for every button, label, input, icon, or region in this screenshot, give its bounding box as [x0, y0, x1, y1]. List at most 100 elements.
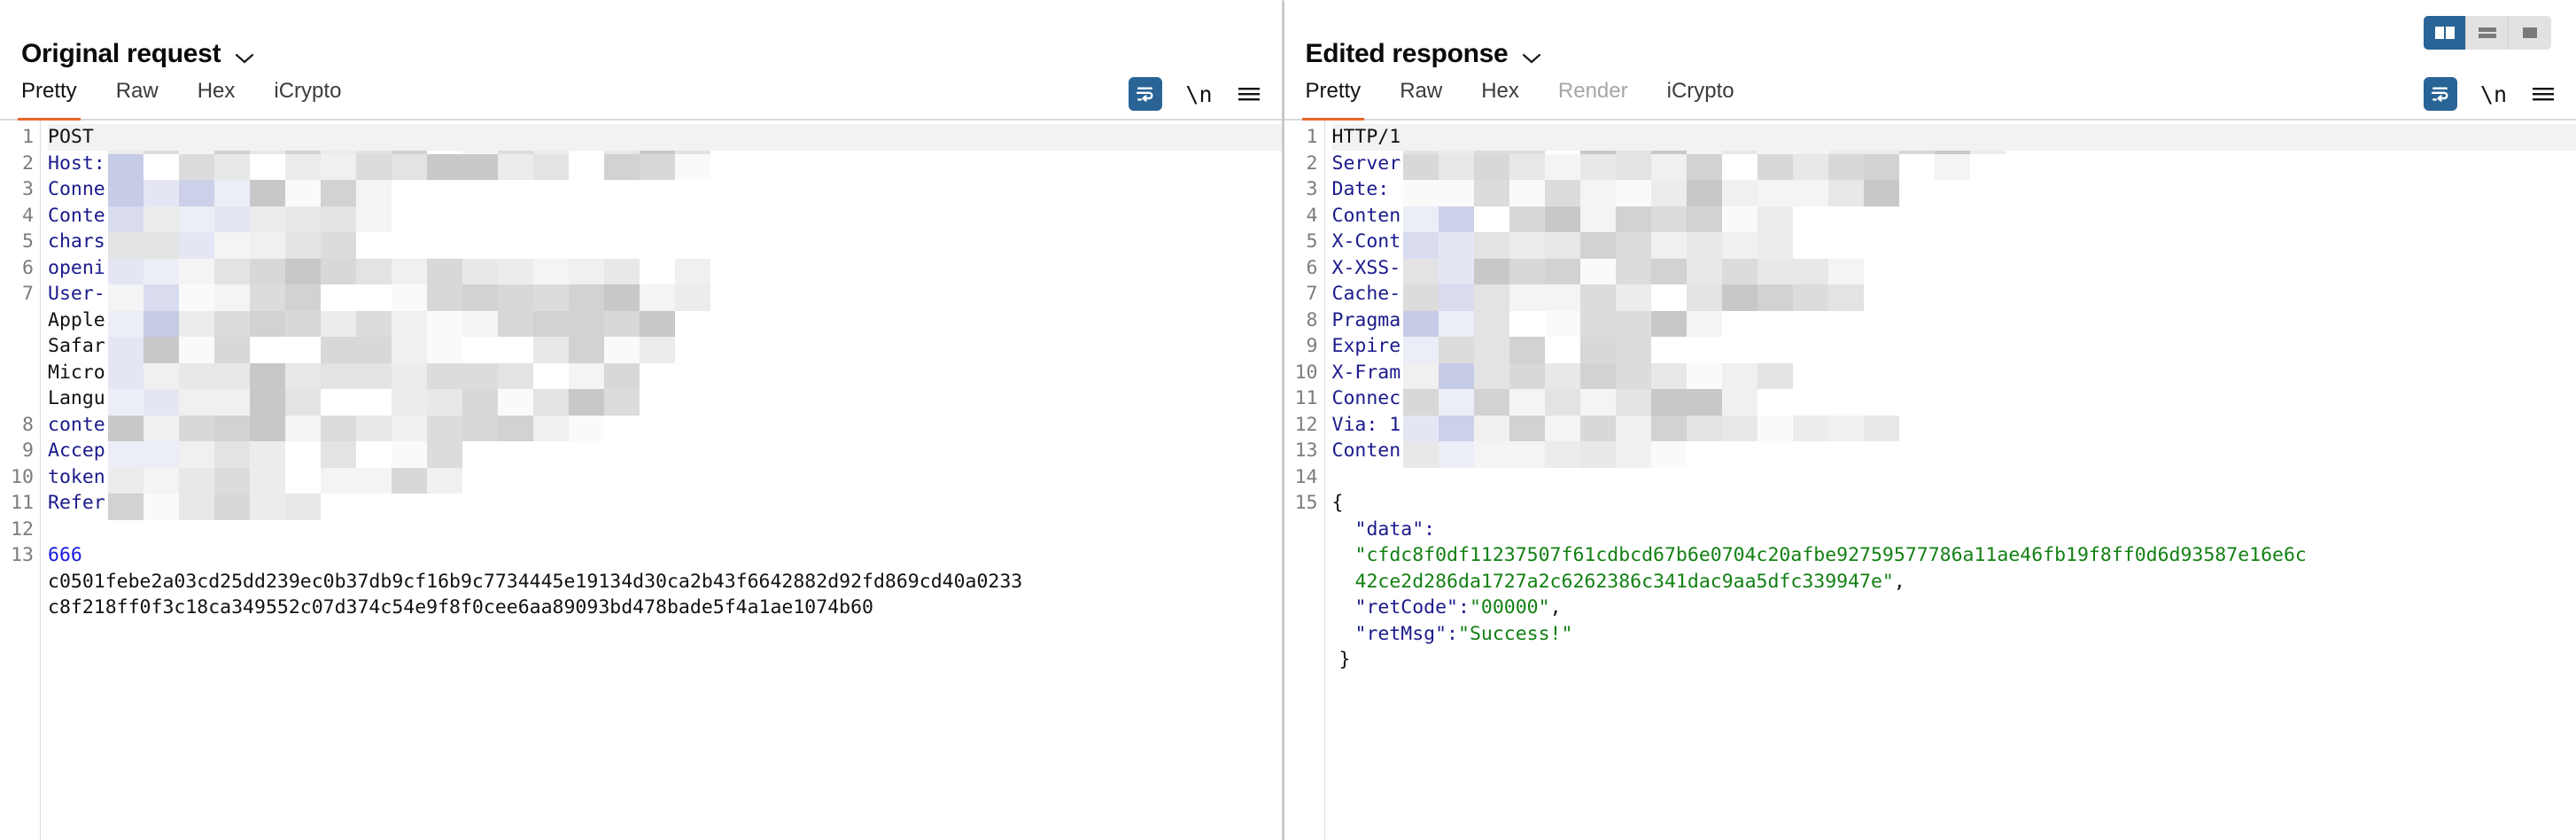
code-line[interactable]: { [1332, 490, 2576, 517]
right-line-numbers: 1 2 3 4 5 6 7 8 9 10 11 12 13 14 15 [1284, 121, 1325, 840]
code-line-text: Expire [1331, 335, 1401, 357]
code-line[interactable]: c0501febe2a03cd25dd239ec0b37db9cf16b9c77… [48, 569, 1282, 595]
code-line-text: Server [1331, 152, 1401, 175]
code-line[interactable] [1332, 464, 2576, 491]
code-line-text: X-Fram [1331, 361, 1401, 384]
line-number: 3 [1306, 178, 1318, 200]
code-line[interactable]: Host: [48, 151, 1282, 177]
code-line-text: Safar [48, 335, 105, 357]
code-line[interactable]: Connec [1332, 385, 2576, 412]
tab-raw-right[interactable]: Raw [1400, 74, 1442, 120]
code-line[interactable]: HTTP/1 [1331, 124, 2576, 151]
hamburger-menu-icon[interactable] [2530, 83, 2557, 105]
code-line[interactable]: User- [48, 281, 1282, 307]
layout-side-by-side-button[interactable] [2424, 16, 2466, 50]
code-line[interactable]: Conten [1332, 203, 2576, 229]
line-number [0, 307, 40, 334]
line-number: 13 [11, 544, 34, 566]
line-number: 1 [22, 126, 34, 148]
code-line[interactable]: Via: 1 [1332, 412, 2576, 439]
left-pane-header: Original request [0, 0, 1282, 74]
code-line-text: Connec [1331, 387, 1401, 409]
line-number: 2 [1306, 152, 1318, 175]
code-line[interactable]: Accep [48, 438, 1282, 464]
newline-toggle-icon[interactable]: \n [2480, 83, 2507, 105]
left-editor[interactable]: 1 2 3 4 5 6 7 8 9 10 11 12 13 POST Host: Conne Conte cha… [0, 121, 1282, 840]
hamburger-menu-icon[interactable] [1236, 83, 1262, 105]
code-line-text: chars [48, 230, 105, 253]
line-number: 4 [1306, 204, 1318, 227]
code-line[interactable]: Micro [48, 360, 1282, 386]
line-number: 12 [1294, 413, 1318, 436]
right-editor[interactable]: 1 2 3 4 5 6 7 8 9 10 11 12 13 14 15 HTTP/1 Server Date: … [1284, 121, 2576, 840]
line-number: 8 [1306, 308, 1318, 331]
tab-pretty-left[interactable]: Pretty [18, 74, 81, 121]
code-line[interactable]: Conten [1332, 438, 2576, 464]
json-retmsg-row[interactable]: "retMsg":"Success!" [1332, 621, 2576, 648]
code-line[interactable]: 666 [48, 542, 1282, 569]
json-close-brace[interactable]: } [1332, 647, 2576, 673]
code-line[interactable]: Expire [1332, 333, 2576, 360]
line-number [0, 385, 40, 412]
code-line[interactable]: c8f218ff0f3c18ca349552c07d374c54e9f8f0ce… [48, 595, 1282, 621]
line-number: 8 [22, 413, 34, 436]
json-data-value-line2[interactable]: 42ce2d286da1727a2c6262386c341dac9aa5dfc3… [1332, 569, 2576, 595]
word-wrap-icon[interactable] [2423, 77, 2457, 111]
line-number: 15 [1294, 492, 1318, 514]
right-code-area[interactable]: HTTP/1 Server Date: Conten X-Cont X-XSS- Cach… [1324, 121, 2576, 840]
code-line-text: Conten [1331, 439, 1401, 462]
json-token: 42ce2d286da1727a2c6262386c341dac9aa5dfc3… [1354, 570, 1894, 593]
right-pane-header: Edited response [1284, 0, 2576, 74]
tab-icrypto-right[interactable]: iCrypto [1667, 74, 1734, 120]
code-line[interactable]: openi [48, 255, 1282, 282]
code-line[interactable]: Server [1332, 151, 2576, 177]
code-line[interactable]: POST [48, 124, 1282, 151]
chevron-down-icon[interactable] [1520, 51, 1543, 74]
layout-single-pane-button[interactable] [2509, 16, 2551, 50]
json-data-value-line1[interactable]: "cfdc8f0df11237507f61cdbcd67b6e0704c20af… [1332, 542, 2576, 569]
line-number: 5 [1306, 230, 1318, 253]
tab-icrypto-left[interactable]: iCrypto [274, 74, 341, 120]
tab-hex-right[interactable]: Hex [1481, 74, 1519, 120]
json-retcode-row[interactable]: "retCode":"00000", [1332, 595, 2576, 621]
tab-pretty-right[interactable]: Pretty [1301, 74, 1364, 121]
code-line[interactable]: Apple [48, 307, 1282, 334]
tab-raw-left[interactable]: Raw [116, 74, 159, 120]
code-line[interactable]: Conte [48, 203, 1282, 229]
code-line[interactable]: token [48, 464, 1282, 491]
newline-toggle-icon[interactable]: \n [1185, 83, 1212, 105]
json-token: "data": [1354, 517, 1436, 541]
code-line[interactable]: X-Fram [1332, 360, 2576, 386]
code-line[interactable]: Langu [48, 385, 1282, 412]
code-line[interactable]: Refer [48, 490, 1282, 517]
json-token: "retMsg": [1354, 622, 1459, 645]
layout-stacked-button[interactable] [2466, 16, 2509, 50]
code-line[interactable]: Pragma [1332, 307, 2576, 334]
code-line[interactable]: Date: [1332, 176, 2576, 203]
code-line-text: Cache- [1331, 283, 1401, 305]
word-wrap-icon[interactable] [1129, 77, 1163, 111]
line-number: 12 [11, 517, 34, 541]
code-line[interactable]: X-XSS- [1332, 255, 2576, 282]
json-data-key[interactable]: "data": [1332, 517, 2576, 543]
code-line[interactable]: Cache- [1332, 281, 2576, 307]
code-line[interactable]: Safar [48, 333, 1282, 360]
code-line[interactable]: X-Cont [1332, 229, 2576, 255]
code-line[interactable]: chars [48, 229, 1282, 255]
line-number: 7 [22, 283, 34, 305]
code-line-text: X-Cont [1331, 230, 1401, 253]
code-line-text: Conne [48, 178, 105, 200]
code-line[interactable]: Conne [48, 176, 1282, 203]
chevron-down-icon[interactable] [233, 51, 256, 74]
right-pane-title: Edited response [1305, 39, 1509, 68]
original-request-pane: Original request Pretty Raw Hex iCrypto [0, 0, 1282, 840]
line-number [0, 569, 40, 595]
tab-hex-left[interactable]: Hex [198, 74, 236, 120]
line-number [1284, 621, 1324, 648]
left-code-area[interactable]: POST Host: Conne Conte chars openi User- Apple S… [41, 121, 1282, 840]
code-line[interactable]: conte [48, 412, 1282, 439]
line-number: 11 [11, 492, 34, 514]
code-line-text: Micro [48, 361, 105, 384]
code-line-text: openi [48, 256, 105, 279]
code-line[interactable] [48, 517, 1282, 543]
